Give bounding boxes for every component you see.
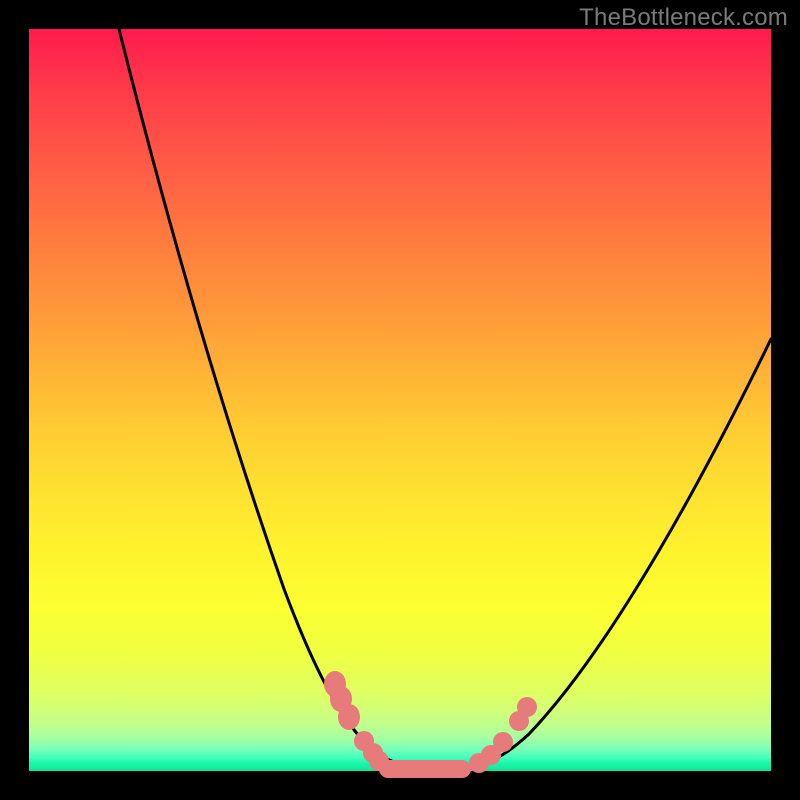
- chart-frame: TheBottleneck.com: [0, 0, 800, 800]
- plateau-marker: [379, 760, 471, 778]
- curve-layer: [29, 29, 771, 771]
- data-marker: [493, 732, 513, 752]
- curve-left-arm: [119, 29, 419, 769]
- watermark-text: TheBottleneck.com: [579, 4, 788, 32]
- data-marker: [338, 704, 360, 730]
- curve-right-arm: [464, 339, 771, 769]
- data-marker: [369, 751, 389, 771]
- plot-area: [29, 29, 771, 771]
- data-marker: [517, 697, 537, 717]
